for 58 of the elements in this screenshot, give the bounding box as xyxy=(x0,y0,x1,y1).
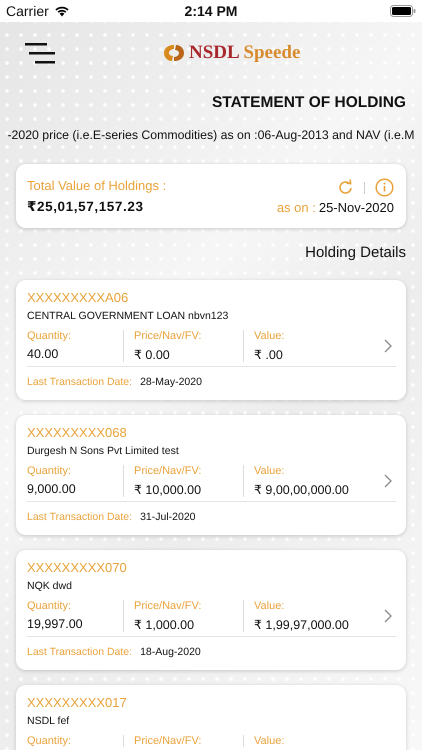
field-label: Value: xyxy=(254,600,286,612)
carrier-label: Carrier xyxy=(6,3,49,19)
last-transaction-date: 28-May-2020 xyxy=(140,376,202,388)
info-button[interactable] xyxy=(375,178,394,197)
menu-button[interactable] xyxy=(25,41,55,65)
holding-card[interactable]: XXXXXXXXXA06 CENTRAL GOVERNMENT LOAN nbvn123 Quantity: 40.00 Price/Nav/FV: ₹ 0.00 Value: ₹ .00 Last Transaction Date: 28-May-2020 xyxy=(16,280,406,400)
field-value: ₹ 1,99,97,000.00 xyxy=(254,617,350,632)
holding-card[interactable]: XXXXXXXXX070 NQK dwd Quantity: 19,997.00 Price/Nav/FV: ₹ 1,000.00 Value: ₹ 1,99,97,000.00 Last Transaction Date: 18-Aug-2020 xyxy=(16,550,406,670)
field-label: Value: xyxy=(254,330,286,342)
refresh-button[interactable] xyxy=(337,179,354,196)
ticker-text: -2020 price (i.e.E-series Commodities) as on :06-Aug-2013 and NAV (i.e.M xyxy=(6,128,416,144)
field-label: Value: xyxy=(254,465,286,477)
account-number: XXXXXXXXX017 xyxy=(27,695,128,710)
clock-time: 2:14 PM xyxy=(184,3,238,19)
wifi-icon xyxy=(54,5,70,17)
field-label: Quantity: xyxy=(27,465,72,477)
last-transaction-label: Last Transaction Date: xyxy=(27,376,132,388)
account-number: XXXXXXXXXA06 xyxy=(27,290,130,305)
last-transaction-label: Last Transaction Date: xyxy=(27,646,132,658)
field-label: Price/Nav/FV: xyxy=(134,600,202,612)
holding-name: Durgesh N Sons Pvt Limited test xyxy=(27,445,180,457)
field-label: Value: xyxy=(254,735,286,747)
field-value: 40.00 xyxy=(27,347,60,361)
last-transaction-label: Last Transaction Date: xyxy=(27,511,132,523)
field-label: Price/Nav/FV: xyxy=(134,735,202,747)
total-label: Total Value of Holdings : xyxy=(27,178,166,193)
chevron-right-icon xyxy=(384,609,392,623)
field-label: Quantity: xyxy=(27,735,72,747)
as-on-date: 25-Nov-2020 xyxy=(318,200,394,214)
field-value: ₹ 9,00,00,000.00 xyxy=(254,482,350,497)
account-number: XXXXXXXXX068 xyxy=(27,425,128,440)
account-number: XXXXXXXXX070 xyxy=(27,560,128,575)
field-value: ₹ 1,000.00 xyxy=(134,617,196,632)
holding-name: NQK dwd xyxy=(27,580,73,592)
field-value: ₹ 0.00 xyxy=(134,347,171,362)
total-amount: ₹25,01,57,157.23 xyxy=(27,199,144,215)
section-title: Holding Details xyxy=(304,244,406,263)
field-value: 19,997.00 xyxy=(27,617,84,631)
field-label: Quantity: xyxy=(27,600,72,612)
battery-icon xyxy=(390,5,416,17)
chevron-right-icon xyxy=(384,474,392,488)
page-title: STATEMENT OF HOLDING xyxy=(210,94,406,113)
field-label: Price/Nav/FV: xyxy=(134,465,202,477)
logo-icon xyxy=(163,44,185,62)
holding-name: CENTRAL GOVERNMENT LOAN nbvn123 xyxy=(27,310,230,322)
field-value: ₹ .00 xyxy=(254,347,284,362)
field-label: Price/Nav/FV: xyxy=(134,330,202,342)
holding-name: NSDL fef xyxy=(27,715,70,727)
holding-card[interactable]: XXXXXXXXX068 Durgesh N Sons Pvt Limited test Quantity: 9,000.00 Price/Nav/FV: ₹ 10,000.00 Value: ₹ 9,00,00,000.00 Last Transaction Date: 31-Jul-2020 xyxy=(16,415,406,535)
brand-logo: NSDL Speede xyxy=(189,42,300,64)
as-on-label: as on : xyxy=(276,200,316,214)
field-value: 9,000.00 xyxy=(27,482,77,496)
last-transaction-date: 31-Jul-2020 xyxy=(140,511,196,523)
field-label: Quantity: xyxy=(27,330,72,342)
chevron-right-icon xyxy=(384,339,392,353)
field-value: ₹ 10,000.00 xyxy=(134,482,202,497)
last-transaction-date: 18-Aug-2020 xyxy=(140,646,201,658)
holding-card[interactable]: XXXXXXXXX017 NSDL fef Quantity: Price/Nav/FV: Value: xyxy=(16,685,406,750)
